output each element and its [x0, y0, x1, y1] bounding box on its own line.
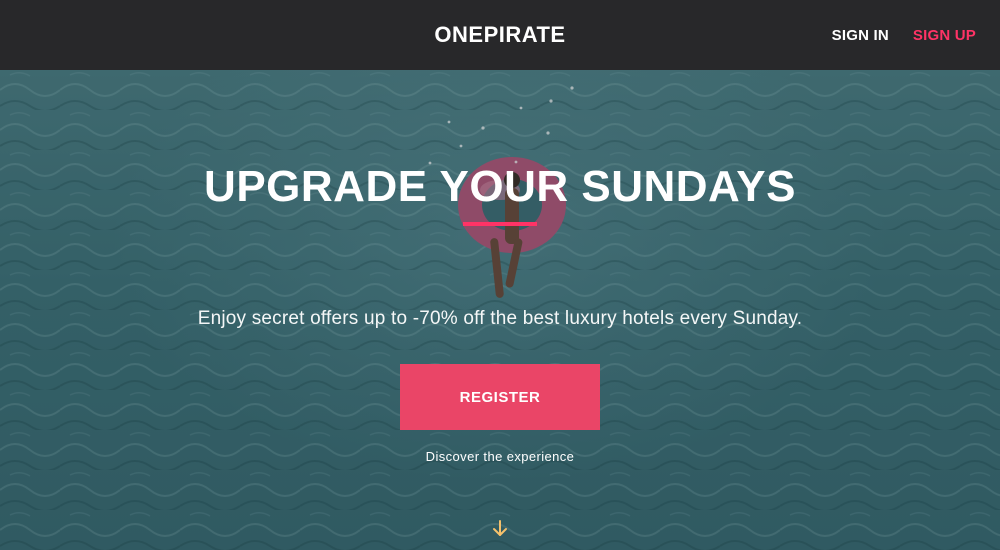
arrow-down-icon[interactable] [490, 518, 510, 540]
sign-up-link[interactable]: SIGN UP [913, 27, 976, 44]
hero-section: UPGRADE YOUR SUNDAYS Enjoy secret offers… [0, 70, 1000, 550]
auth-nav: SIGN IN SIGN UP [832, 0, 976, 70]
sign-in-link[interactable]: SIGN IN [832, 27, 889, 44]
top-app-bar: ONEPIRATE SIGN IN SIGN UP [0, 0, 1000, 70]
discover-text: Discover the experience [425, 449, 575, 464]
headline-underline [463, 222, 537, 226]
register-button[interactable]: REGISTER [400, 364, 600, 430]
hero-subtitle: Enjoy secret offers up to -70% off the b… [197, 308, 803, 329]
hero-headline: UPGRADE YOUR SUNDAYS [204, 162, 796, 211]
